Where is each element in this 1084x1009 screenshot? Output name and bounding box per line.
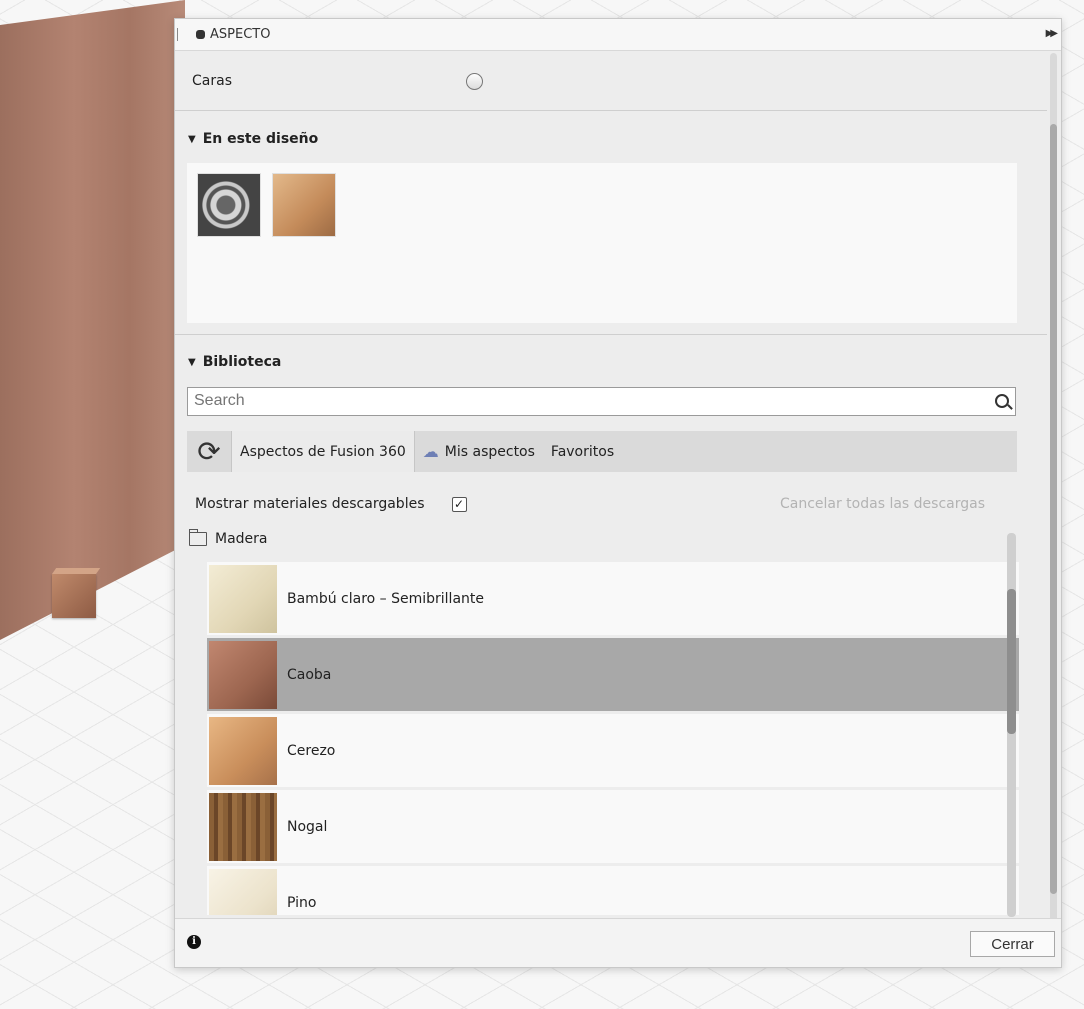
caras-radio[interactable]	[466, 73, 483, 90]
material-swatch	[209, 564, 277, 633]
materials-list: Bambú claro – Semibrillante Caoba Cerezo…	[207, 562, 1019, 915]
search-box	[187, 387, 1016, 416]
dialog-titlebar[interactable]: ASPECTO ▶▶	[175, 19, 1061, 51]
refresh-icon[interactable]: ⟳	[187, 431, 231, 472]
axis-x-marker: ^	[988, 0, 1000, 10]
material-label: Cerezo	[287, 742, 336, 759]
list-scrollbar-thumb[interactable]	[1007, 589, 1016, 734]
caras-label: Caras	[192, 72, 232, 89]
search-input[interactable]	[188, 388, 974, 414]
downloadable-row: Mostrar materiales descargables ✓ Cancel…	[195, 493, 1005, 515]
section-divider	[175, 334, 1047, 335]
folder-madera[interactable]: Madera	[189, 529, 268, 547]
small-wood-cube-model[interactable]	[52, 574, 96, 618]
tab-favorites[interactable]: Favoritos	[543, 431, 622, 472]
search-icon[interactable]	[995, 394, 1009, 408]
material-swatch	[209, 716, 277, 785]
tab-fusion-appearances[interactable]: Aspectos de Fusion 360	[231, 431, 415, 472]
material-label: Bambú claro – Semibrillante	[287, 590, 485, 607]
close-button[interactable]: Cerrar	[970, 931, 1055, 957]
material-swatch	[209, 792, 277, 861]
cloud-icon: ☁	[422, 442, 439, 461]
dialog-title: ASPECTO	[210, 27, 271, 42]
collapse-panel-icon[interactable]: ▶▶	[1046, 28, 1059, 39]
tab-label: Aspectos de Fusion 360	[240, 443, 406, 460]
panel-scrollbar-thumb[interactable]	[1050, 124, 1057, 894]
material-swatch	[209, 640, 277, 709]
downloadable-checkbox[interactable]: ✓	[451, 496, 467, 512]
list-item[interactable]: Nogal	[207, 790, 1019, 863]
material-label: Pino	[287, 894, 317, 911]
library-section-title: Biblioteca	[202, 354, 282, 370]
list-item[interactable]: Bambú claro – Semibrillante	[207, 562, 1019, 635]
info-icon[interactable]: i	[187, 935, 201, 949]
chrome-appearance-thumb[interactable]	[197, 173, 261, 237]
design-section-title: En este diseño	[202, 131, 319, 147]
folder-label: Madera	[215, 531, 268, 547]
list-item[interactable]: Pino	[207, 866, 1019, 915]
material-swatch	[209, 868, 277, 915]
design-section-header[interactable]: ▼ En este diseño	[188, 131, 318, 147]
downloadable-label: Mostrar materiales descargables	[195, 496, 425, 512]
caras-row: Caras	[175, 51, 1047, 111]
wood-appearance-thumb[interactable]	[272, 173, 336, 237]
tab-label: Mis aspectos	[444, 443, 535, 460]
appearance-dialog: ASPECTO ▶▶ Caras ▼ En este diseño ▼ Bibl…	[174, 18, 1062, 968]
library-tabs: ⟳ Aspectos de Fusion 360 ☁ Mis aspectos …	[187, 431, 1017, 472]
library-section-header[interactable]: ▼ Biblioteca	[188, 354, 281, 370]
collapse-triangle-icon: ▼	[188, 133, 196, 145]
wood-panel-model[interactable]	[0, 0, 185, 640]
dialog-footer: i Cerrar	[175, 918, 1061, 967]
tab-label: Favoritos	[550, 443, 615, 460]
drag-grip-icon[interactable]	[177, 28, 181, 41]
material-label: Caoba	[287, 666, 332, 683]
cancel-downloads-link[interactable]: Cancelar todas las descargas	[780, 496, 985, 512]
list-item[interactable]: Cerezo	[207, 714, 1019, 787]
design-appearances-box	[187, 163, 1017, 323]
tab-my-appearances[interactable]: ☁ Mis aspectos	[415, 431, 543, 472]
list-item[interactable]: Caoba	[207, 638, 1019, 711]
collapse-triangle-icon: ▼	[188, 356, 196, 368]
panel-icon	[196, 30, 205, 39]
folder-icon	[189, 529, 207, 546]
material-label: Nogal	[287, 818, 328, 835]
